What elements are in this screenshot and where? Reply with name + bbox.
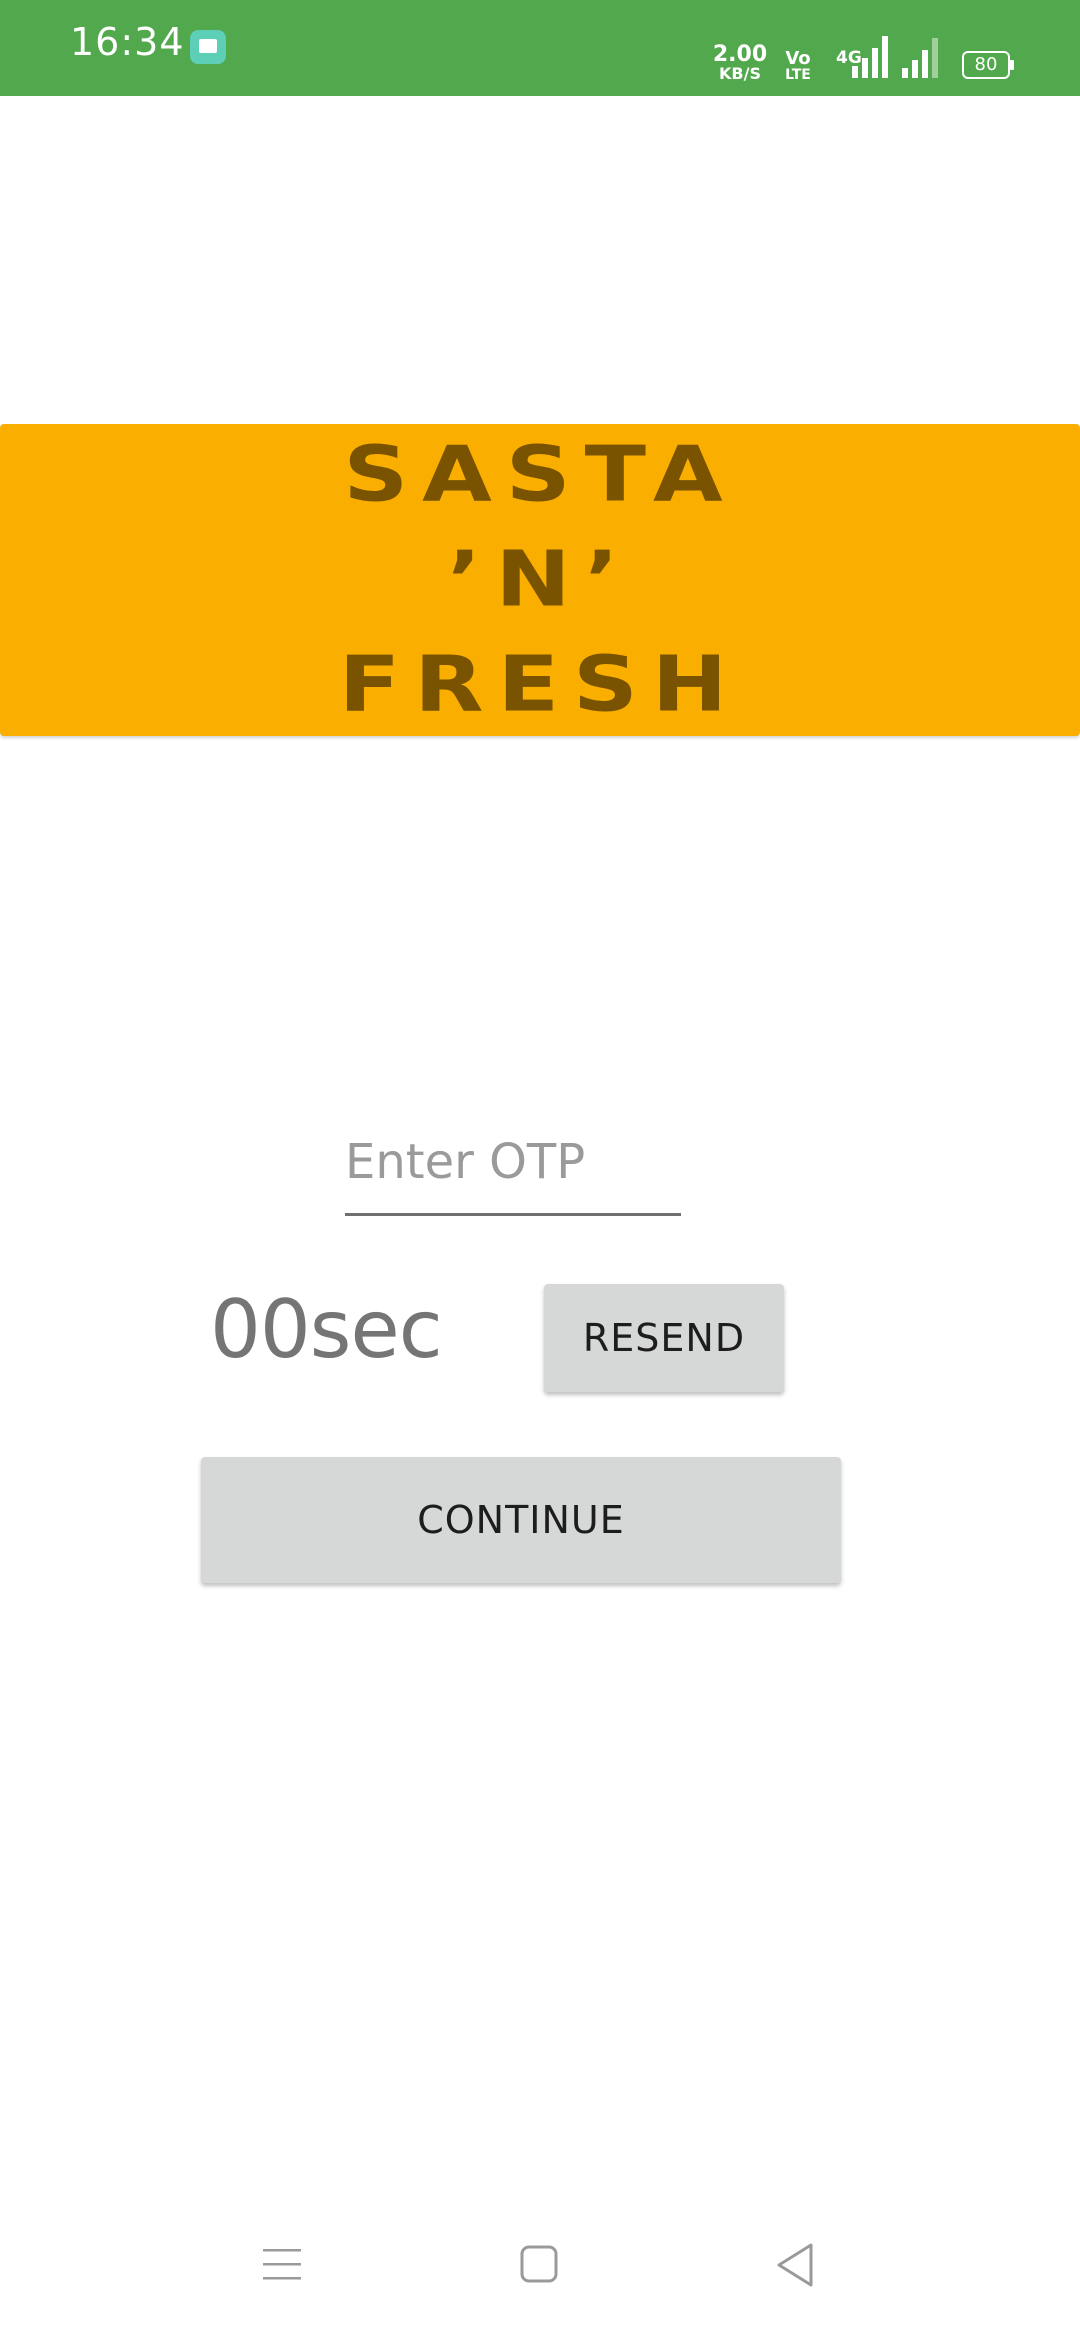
continue-button[interactable]: CONTINUE <box>201 1457 841 1583</box>
network-speed-unit: KB/S <box>719 64 761 83</box>
brand-line-1: SASTA <box>343 429 737 520</box>
brand-line-3: FRESH <box>338 639 742 730</box>
volte-bottom-label: LTE <box>785 67 811 83</box>
navigation-bar <box>0 2190 1080 2340</box>
network-speed: 2.00 KB/S <box>712 44 768 82</box>
status-bar: 16:34 2.00 KB/S Vo LTE 4G 80 <box>0 0 1080 96</box>
home-icon[interactable] <box>495 2220 585 2310</box>
volte-top-label: Vo <box>785 48 811 69</box>
brand-line-2: ’N’ <box>447 534 633 625</box>
network-speed-value: 2.00 <box>712 42 768 67</box>
volte-indicator: Vo LTE <box>780 48 816 83</box>
message-notification-icon <box>190 30 226 64</box>
battery-icon: 80 <box>962 51 1014 79</box>
menu-icon[interactable] <box>238 2220 328 2310</box>
signal-strength-icon-sim2 <box>902 28 942 80</box>
otp-screen: 16:34 2.00 KB/S Vo LTE 4G 80 SASTA ’N’ F… <box>0 0 1080 2340</box>
otp-field-container <box>345 1110 681 1216</box>
signal-strength-icon-sim1 <box>852 28 892 80</box>
status-time: 16:34 <box>70 20 185 64</box>
otp-input[interactable] <box>345 1110 681 1216</box>
resend-timer: 00sec <box>210 1283 443 1376</box>
back-icon[interactable] <box>750 2220 840 2310</box>
resend-button[interactable]: RESEND <box>544 1284 784 1392</box>
